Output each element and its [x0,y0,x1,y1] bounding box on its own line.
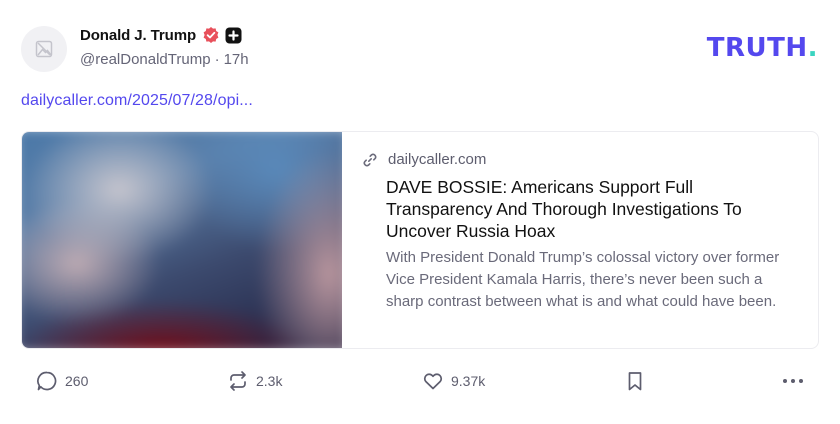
reply-button[interactable]: 260 [36,370,88,392]
brand-dot: . [807,33,818,63]
card-body: dailycaller.com DAVE BOSSIE: Americans S… [342,132,818,348]
reply-count: 260 [65,373,89,389]
card-title: DAVE BOSSIE: Americans Support Full Tran… [386,177,742,241]
retruth-count: 2.3k [256,373,283,389]
card-domain: dailycaller.com [388,151,487,168]
bookmark-button[interactable] [624,370,646,392]
link-preview-card[interactable]: dailycaller.com DAVE BOSSIE: Americans S… [21,131,819,349]
card-description: With President Donald Trump’s colossal v… [386,249,780,310]
verified-icon [202,26,220,44]
brand-text: TRUTH [706,33,808,63]
handle[interactable]: @realDonaldTrump [80,51,211,68]
card-thumbnail [22,132,342,348]
bookmark-icon [628,372,642,391]
link-icon [362,152,378,168]
card-thumbnail-wrapper [22,132,342,348]
retruth-icon [230,371,246,391]
display-name[interactable]: Donald J. Trump [80,27,196,44]
like-button[interactable]: 9.37k [422,370,485,392]
image-placeholder-icon [35,40,53,58]
avatar[interactable] [21,26,67,72]
plus-badge-icon [225,27,242,44]
truth-logo[interactable]: TRUTH. [707,33,818,63]
separator: · [214,51,220,68]
action-bar: 260 2.3k 9.37k [0,370,840,400]
card-domain-row: dailycaller.com [362,151,798,168]
more-options-button[interactable] [781,370,805,392]
retruth-button[interactable]: 2.3k [227,370,282,392]
reply-icon [37,371,57,391]
timestamp[interactable]: 17h [224,51,249,68]
post-header: Donald J. Trump @realDonaldTrump · 17h [80,25,249,69]
post-link[interactable]: dailycaller.com/2025/07/28/opi... [21,92,253,110]
more-icon [783,379,803,383]
like-count: 9.37k [451,373,486,389]
heart-icon [423,373,443,390]
